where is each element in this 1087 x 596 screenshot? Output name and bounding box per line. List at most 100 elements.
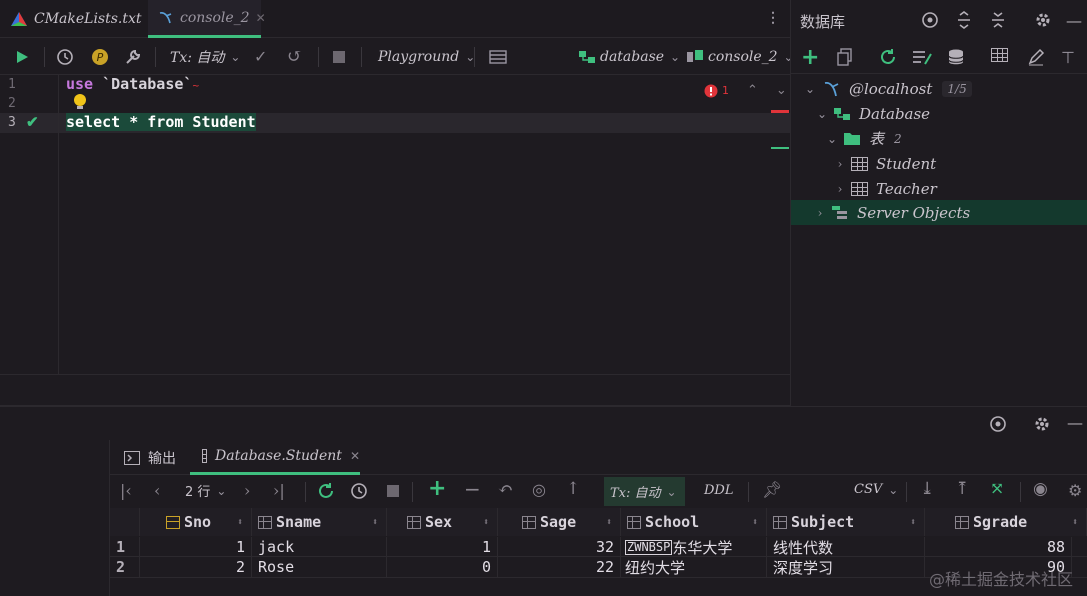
cell-sex[interactable]: 0 [387, 557, 498, 577]
schema-tools-icon[interactable] [911, 48, 933, 70]
add-icon[interactable]: + [801, 45, 819, 70]
commit-button[interactable]: ✓ [254, 38, 267, 75]
row-number[interactable]: 2 [110, 557, 140, 577]
view-changes-icon[interactable]: ◎ [532, 480, 546, 499]
tx-mode-dropdown[interactable]: Tx: 自动 ⌄ [604, 477, 685, 506]
inspection-widget[interactable]: 1 ⌃ ⌄ [704, 83, 787, 98]
close-icon[interactable]: ✕ [350, 449, 360, 463]
gear-icon[interactable] [1034, 11, 1052, 33]
tab-database-student[interactable]: Database.Student ✕ [190, 440, 360, 475]
add-row-icon[interactable]: + [428, 476, 446, 501]
sort-icon[interactable]: ⬍ [483, 517, 489, 528]
tab-output[interactable]: 输出 [124, 440, 176, 475]
ddl-button[interactable]: DDL [704, 483, 733, 498]
console-session-dropdown[interactable]: console_2 ⌄ [686, 38, 796, 75]
stop-icon[interactable] [387, 485, 399, 497]
tree-node-student[interactable]: › Student [791, 151, 1087, 176]
upload-icon[interactable]: ⤒ [955, 479, 969, 499]
row-count-dropdown[interactable]: 2 行 ⌄ [185, 481, 228, 501]
first-page-icon[interactable]: |‹ [120, 481, 132, 500]
gear-icon[interactable]: ⚙ [1068, 481, 1082, 500]
chevron-up-icon[interactable]: ⌃ [747, 83, 758, 98]
table-view-icon[interactable] [991, 48, 1008, 66]
cell-school[interactable]: ZWNBSP 东华大学 [621, 537, 767, 557]
cell-sno[interactable]: 2 [140, 557, 252, 577]
sort-icon[interactable]: ⬍ [1072, 517, 1078, 528]
remove-row-icon[interactable]: − [464, 477, 481, 501]
more-vertical-icon[interactable]: ⋮ [766, 10, 780, 26]
last-page-icon[interactable]: ›| [273, 481, 285, 500]
sort-icon[interactable]: ⬍ [237, 517, 243, 528]
eye-icon[interactable]: ◉ [1033, 479, 1048, 499]
tree-node-localhost[interactable]: ⌄ @localhost 1/5 [791, 76, 1087, 101]
reload-icon[interactable] [317, 482, 335, 504]
rollback-button[interactable]: ↺ [287, 38, 302, 75]
column-header-sgrade[interactable]: Sgrade ⬍ [925, 508, 1087, 536]
target-icon[interactable] [989, 415, 1007, 437]
auto-refresh-icon[interactable] [350, 482, 370, 504]
gear-icon[interactable] [1033, 415, 1051, 437]
error-stripe-marker[interactable] [771, 110, 789, 113]
sort-icon[interactable]: ⬍ [910, 517, 916, 528]
filter-icon[interactable]: ⊤ [1061, 48, 1075, 67]
cell-sage[interactable]: 32 [498, 537, 621, 557]
chevron-down-icon[interactable]: ⌄ [776, 83, 787, 98]
export-format-dropdown[interactable]: CSV ⌄ [854, 482, 900, 497]
stop-button[interactable] [333, 38, 345, 75]
settings-wrench-button[interactable] [124, 38, 142, 75]
refresh-icon[interactable] [879, 48, 897, 70]
tree-node-tables[interactable]: ⌄ 表 2 [791, 126, 1087, 151]
cell-sex[interactable]: 1 [387, 537, 498, 557]
cell-subject[interactable]: 深度学习 [767, 557, 925, 577]
row-number[interactable]: 1 [110, 537, 140, 557]
minimize-icon[interactable]: — [1067, 413, 1083, 432]
next-page-icon[interactable]: › [244, 481, 250, 500]
sort-icon[interactable]: ⬍ [606, 517, 612, 528]
host-badge[interactable]: 1/5 [942, 80, 972, 97]
code-line-3[interactable]: select * from Student [66, 113, 256, 131]
tree-node-teacher[interactable]: › Teacher [791, 176, 1087, 201]
close-icon[interactable]: ✕ [256, 11, 266, 25]
datasource-dropdown[interactable]: database ⌄ [578, 38, 682, 75]
code-line-1[interactable]: use `Database`~ [66, 75, 199, 93]
column-header-sno[interactable]: Sno ⬍ [140, 508, 252, 536]
column-header-sex[interactable]: Sex ⬍ [387, 508, 498, 536]
tree-node-server-objects[interactable]: › Server Objects [791, 200, 1087, 225]
parameters-button[interactable]: P [91, 38, 109, 75]
tab-console-2[interactable]: console_2 ✕ [148, 0, 266, 38]
cell-sname[interactable]: Rose [252, 557, 387, 577]
tab-cmakelists[interactable]: CMakeLists.txt ✕ [0, 0, 158, 38]
sql-editor[interactable]: 1 2 3 ✔ use `Database`~ select * from St… [0, 75, 790, 375]
minimize-icon[interactable]: — [1066, 11, 1082, 30]
lightbulb-icon[interactable] [73, 93, 87, 115]
run-button[interactable] [14, 38, 30, 75]
playground-dropdown[interactable]: Playground ⌄ [378, 38, 477, 75]
column-header-sname[interactable]: Sname ⬍ [252, 508, 387, 536]
cell-sgrade[interactable]: 88 [925, 537, 1072, 557]
sort-icon[interactable]: ⬍ [752, 517, 758, 528]
tx-mode-dropdown[interactable]: Tx: 自动 ⌄ [170, 38, 242, 75]
submit-icon[interactable]: ↑ [566, 479, 580, 499]
column-header-school[interactable]: School ⬍ [621, 508, 767, 536]
edit-icon[interactable] [1027, 48, 1045, 70]
sort-icon[interactable]: ⬍ [372, 517, 378, 528]
cell-sage[interactable]: 22 [498, 557, 621, 577]
expand-all-icon[interactable] [956, 11, 972, 33]
pin-icon[interactable]: 📌︎ [762, 480, 782, 499]
cell-sno[interactable]: 1 [140, 537, 252, 557]
cell-subject[interactable]: 线性代数 [767, 537, 925, 557]
history-button[interactable] [56, 38, 74, 75]
collapse-all-icon[interactable] [990, 11, 1006, 33]
compare-icon[interactable]: ⤧ [990, 479, 1004, 499]
tree-node-database[interactable]: ⌄ Database [791, 101, 1087, 126]
database-icon[interactable] [947, 48, 965, 70]
cell-school[interactable]: 纽约大学 [621, 557, 767, 577]
download-icon[interactable]: ⤓ [920, 479, 934, 499]
prev-page-icon[interactable]: ‹ [154, 481, 160, 500]
column-header-sage[interactable]: Sage ⬍ [498, 508, 621, 536]
column-header-subject[interactable]: Subject ⬍ [767, 508, 925, 536]
revert-icon[interactable]: ↶ [498, 479, 513, 500]
cell-sname[interactable]: jack [252, 537, 387, 557]
copy-icon[interactable] [837, 48, 853, 70]
result-layout-button[interactable] [489, 38, 507, 75]
